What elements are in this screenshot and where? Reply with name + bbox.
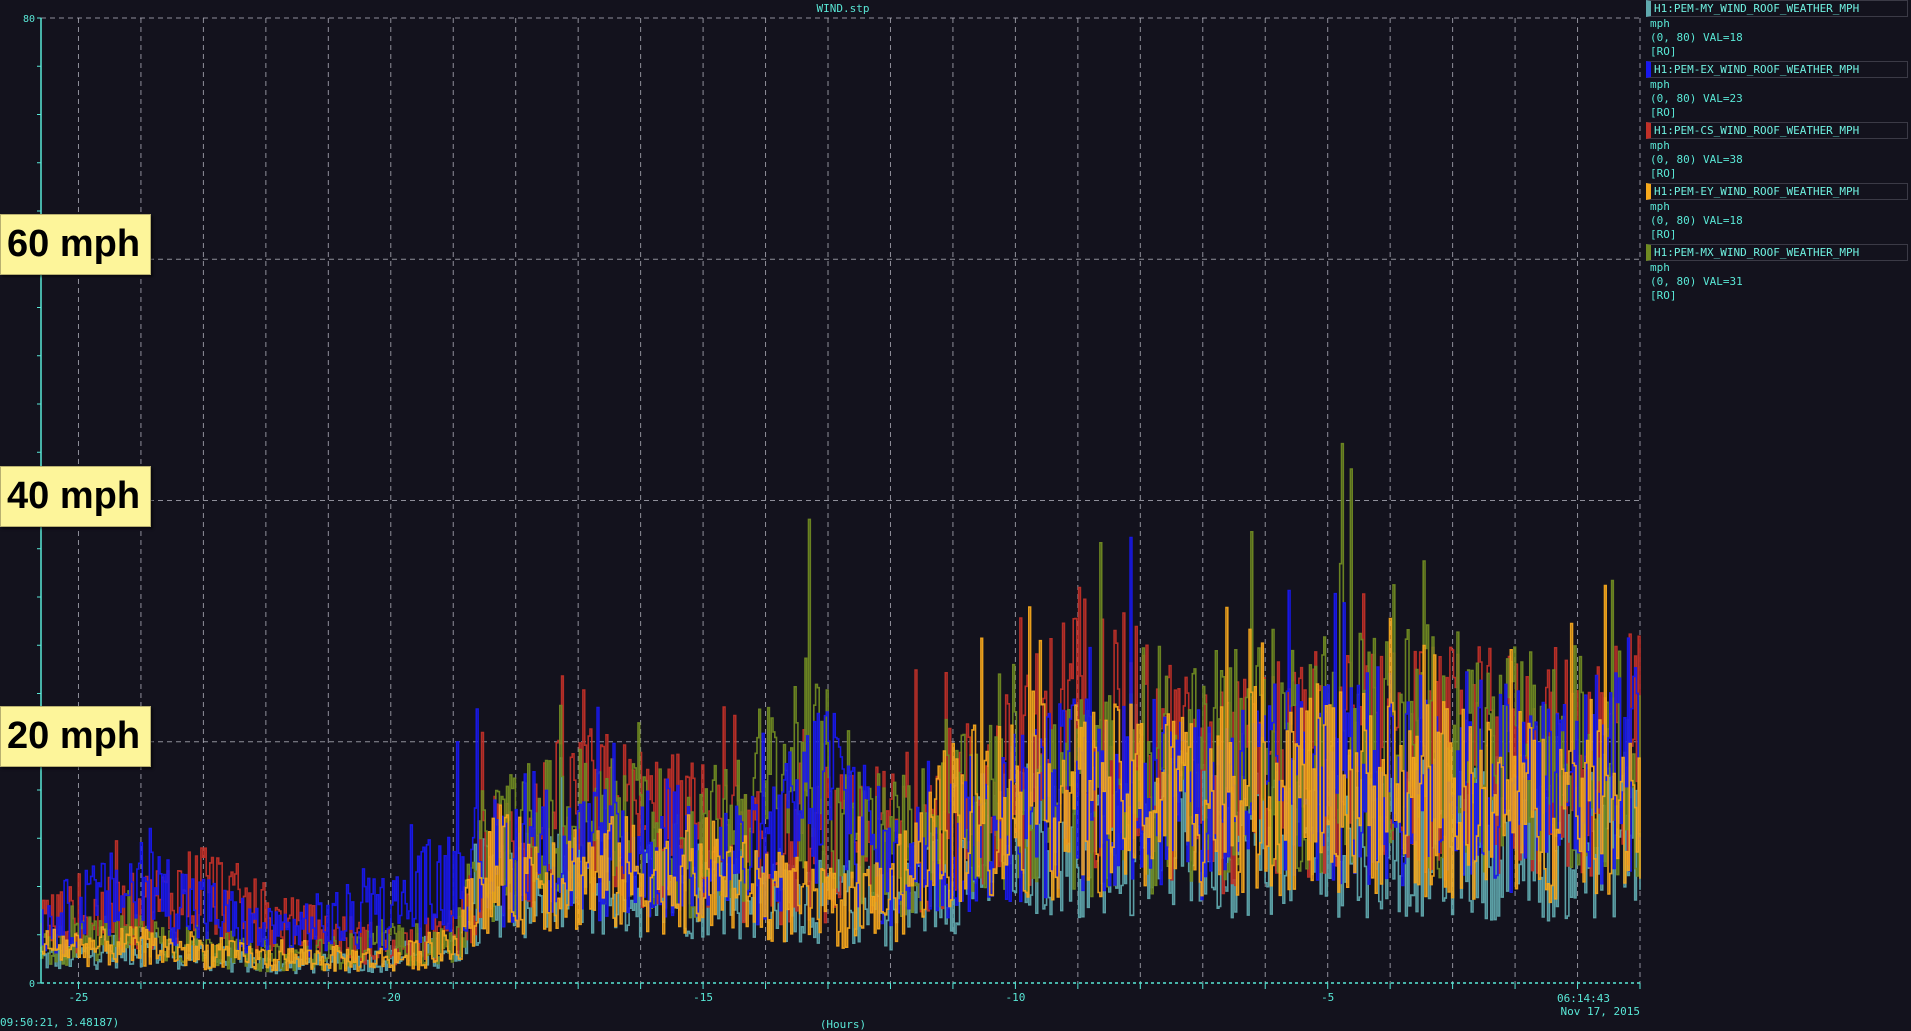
x-tick-label: -10 <box>1005 991 1025 1004</box>
legend-unit: mph <box>1650 261 1670 274</box>
end-date-label: Nov 17, 2015 <box>1561 1005 1640 1018</box>
legend-channel-name[interactable]: H1:PEM-CS_WIND_ROOF_WEATHER_MPH <box>1646 122 1908 139</box>
legend-unit: mph <box>1650 17 1670 30</box>
x-tick-label: -20 <box>381 991 401 1004</box>
legend-entry[interactable]: H1:PEM-MX_WIND_ROOF_WEATHER_MPH mph (0, … <box>1646 244 1908 303</box>
legend-entry[interactable]: H1:PEM-MY_WIND_ROOF_WEATHER_MPH mph (0, … <box>1646 0 1908 59</box>
legend-unit: mph <box>1650 78 1670 91</box>
callout-40-mph: 40 mph <box>0 466 152 527</box>
callout-60-mph: 60 mph <box>0 214 152 275</box>
legend-range: (0, 80) VAL=18 <box>1650 31 1743 44</box>
legend-mode: [RO] <box>1650 289 1677 302</box>
x-tick-label: -15 <box>693 991 713 1004</box>
legend-entry[interactable]: H1:PEM-CS_WIND_ROOF_WEATHER_MPH mph (0, … <box>1646 122 1908 181</box>
x-tick-label: -25 <box>69 991 89 1004</box>
legend-range: (0, 80) VAL=23 <box>1650 92 1743 105</box>
legend-mode: [RO] <box>1650 167 1677 180</box>
legend-range: (0, 80) VAL=18 <box>1650 214 1743 227</box>
legend-channel-name[interactable]: H1:PEM-MX_WIND_ROOF_WEATHER_MPH <box>1646 244 1908 261</box>
legend-channel-name[interactable]: H1:PEM-MY_WIND_ROOF_WEATHER_MPH <box>1646 0 1908 17</box>
legend-entry[interactable]: H1:PEM-EY_WIND_ROOF_WEATHER_MPH mph (0, … <box>1646 183 1908 242</box>
legend-unit: mph <box>1650 139 1670 152</box>
x-axis-label: (Hours) <box>820 1018 866 1031</box>
cursor-readout: 09:50:21, 3.48187) <box>0 1016 120 1029</box>
legend-mode: [RO] <box>1650 228 1677 241</box>
legend-channel-name[interactable]: H1:PEM-EY_WIND_ROOF_WEATHER_MPH <box>1646 183 1908 200</box>
wind-plot[interactable]: 0 80 -25 -20 -15 -10 -5 WIND.stp (Hours) 06:14… <box>0 0 1911 1031</box>
chart-title: WIND.stp <box>817 2 870 15</box>
y-tick-label: 0 <box>29 979 35 990</box>
series-layer <box>40 442 1641 975</box>
legend-mode: [RO] <box>1650 45 1677 58</box>
callout-20-mph: 20 mph <box>0 706 152 767</box>
legend-entry[interactable]: H1:PEM-EX_WIND_ROOF_WEATHER_MPH mph (0, … <box>1646 61 1908 120</box>
legend: H1:PEM-MY_WIND_ROOF_WEATHER_MPH mph (0, … <box>1646 0 1908 305</box>
legend-range: (0, 80) VAL=38 <box>1650 153 1743 166</box>
legend-mode: [RO] <box>1650 106 1677 119</box>
x-tick-label: -5 <box>1321 991 1334 1004</box>
legend-unit: mph <box>1650 200 1670 213</box>
legend-channel-name[interactable]: H1:PEM-EX_WIND_ROOF_WEATHER_MPH <box>1646 61 1908 78</box>
y-tick-label: 80 <box>23 14 35 25</box>
end-time-label: 06:14:43 <box>1557 992 1610 1005</box>
legend-range: (0, 80) VAL=31 <box>1650 275 1743 288</box>
